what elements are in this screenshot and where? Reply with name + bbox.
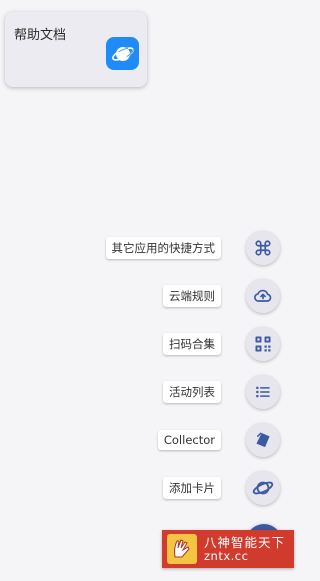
help-docs-title: 帮助文档: [14, 28, 67, 43]
menu-label-activity-list[interactable]: 活动列表: [163, 381, 221, 403]
menu-item-collector[interactable]: Collector: [0, 423, 302, 457]
watermark-line1: 八神智能天下: [204, 535, 286, 551]
watermark-banner: 八神智能天下 zntx.cc: [162, 530, 294, 568]
hand-logo-icon: [167, 534, 197, 564]
menu-item-scan-collection[interactable]: 扫码合集: [0, 327, 302, 361]
planet-icon: [106, 37, 139, 70]
menu-item-shortcuts[interactable]: 其它应用的快捷方式: [0, 231, 302, 265]
menu-label-cloud-rules[interactable]: 云端规则: [163, 285, 221, 307]
menu-label-shortcuts[interactable]: 其它应用的快捷方式: [105, 237, 221, 259]
command-icon[interactable]: [246, 231, 280, 265]
menu-label-add-card[interactable]: 添加卡片: [163, 477, 221, 499]
tag-icon[interactable]: [246, 423, 280, 457]
menu-item-cloud-rules[interactable]: 云端规则: [0, 279, 302, 313]
qr-code-icon[interactable]: [246, 327, 280, 361]
list-icon[interactable]: [246, 375, 280, 409]
planet-icon[interactable]: [246, 471, 280, 505]
watermark-line2: zntx.cc: [204, 548, 249, 563]
cloud-upload-icon[interactable]: [246, 279, 280, 313]
help-docs-card[interactable]: 帮助文档: [5, 12, 147, 87]
menu-item-add-card[interactable]: 添加卡片: [0, 471, 302, 505]
menu-label-scan-collection[interactable]: 扫码合集: [163, 333, 221, 355]
menu-item-activity-list[interactable]: 活动列表: [0, 375, 302, 409]
menu-label-collector[interactable]: Collector: [157, 430, 221, 450]
